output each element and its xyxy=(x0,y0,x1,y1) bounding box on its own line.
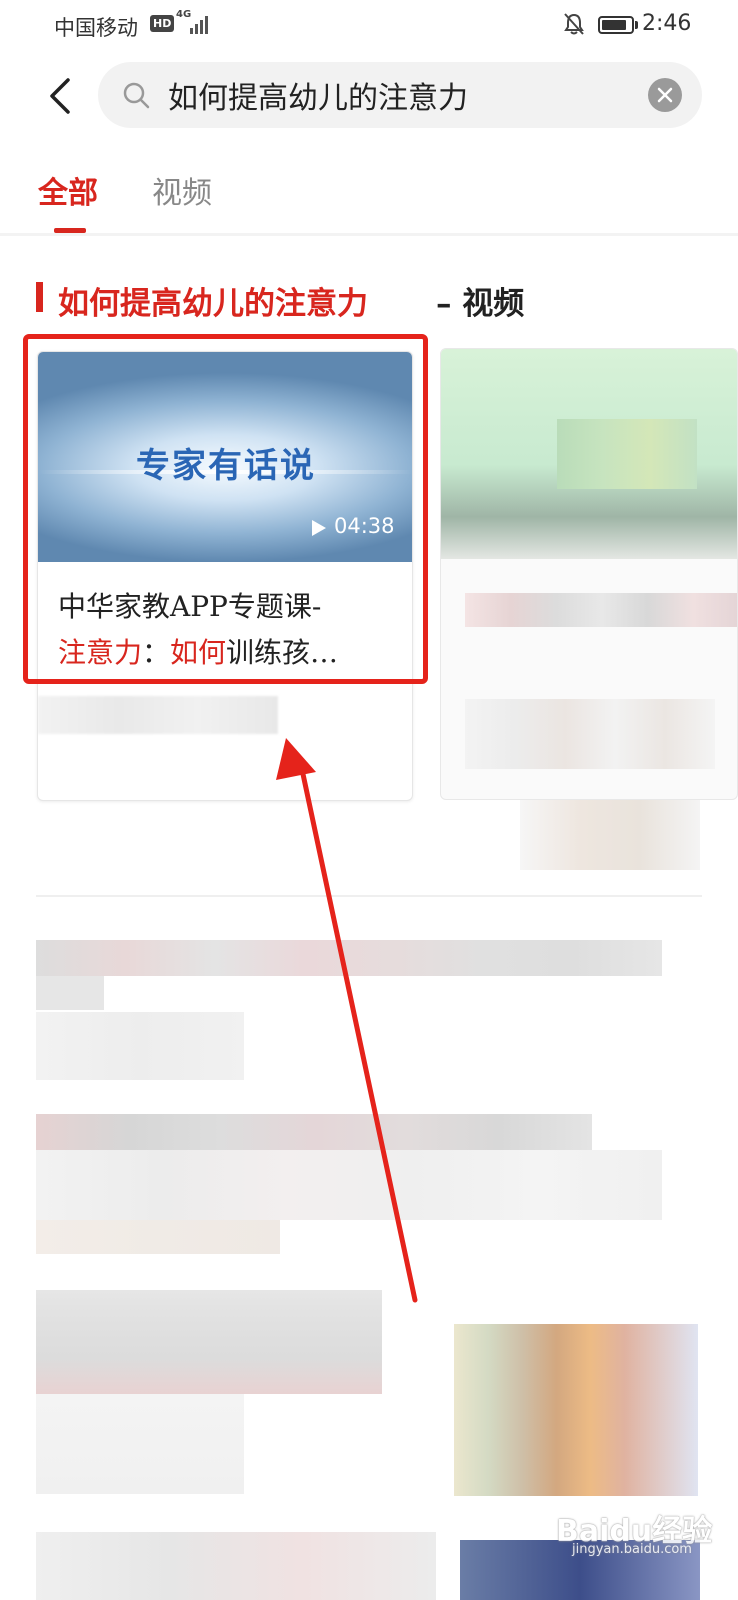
title-accent-bar xyxy=(36,282,43,312)
mosaic-block xyxy=(465,699,715,769)
annotation-highlight-box xyxy=(23,334,428,684)
blurred-feed-line xyxy=(36,1220,280,1254)
clock: 2:46 xyxy=(642,11,692,36)
divider xyxy=(0,233,738,236)
search-icon xyxy=(123,82,150,109)
blurred-feed-line xyxy=(36,1532,436,1600)
network-type: 4G xyxy=(176,9,192,20)
blurred-feed-line xyxy=(36,1012,244,1080)
feed-divider xyxy=(36,895,702,897)
search-box[interactable] xyxy=(98,62,702,128)
blurred-feed-line xyxy=(36,1290,382,1394)
battery-tip xyxy=(635,21,638,29)
blurred-strip xyxy=(520,800,700,870)
watermark-url: jingyan.baidu.com xyxy=(572,1542,692,1557)
clear-icon xyxy=(657,87,673,103)
blurred-feed-line xyxy=(36,1394,244,1494)
blurred-feed-image xyxy=(454,1324,698,1496)
blurred-feed-title xyxy=(36,940,662,976)
blurred-feed-line xyxy=(36,976,104,1010)
tab-all[interactable]: 全部 xyxy=(38,168,98,212)
blurred-meta xyxy=(38,696,278,734)
back-icon[interactable] xyxy=(40,74,84,118)
status-bar: 中国移动 HD 4G 2:46 xyxy=(0,0,738,52)
mosaic-block xyxy=(557,419,697,489)
bell-off-icon xyxy=(564,13,584,35)
search-input[interactable] xyxy=(168,72,628,118)
carrier-name: 中国移动 xyxy=(54,16,138,40)
mosaic-block xyxy=(465,593,737,627)
signal-icon xyxy=(190,16,208,34)
blurred-feed-title xyxy=(36,1114,592,1150)
battery-icon xyxy=(598,16,634,34)
clear-button[interactable] xyxy=(648,78,682,112)
tab-bar: 全部 视频 xyxy=(0,150,738,234)
tab-video[interactable]: 视频 xyxy=(152,168,212,212)
section-suffix: – 视频 xyxy=(436,286,525,322)
blurred-feed-line xyxy=(36,1150,662,1220)
section-keyword: 如何提高幼儿的注意力 xyxy=(58,286,368,322)
baidu-watermark: Baidu经验 jingyan.baidu.com xyxy=(556,1500,736,1560)
blurred-video-card[interactable] xyxy=(440,348,738,800)
hd-badge: HD xyxy=(150,15,175,32)
